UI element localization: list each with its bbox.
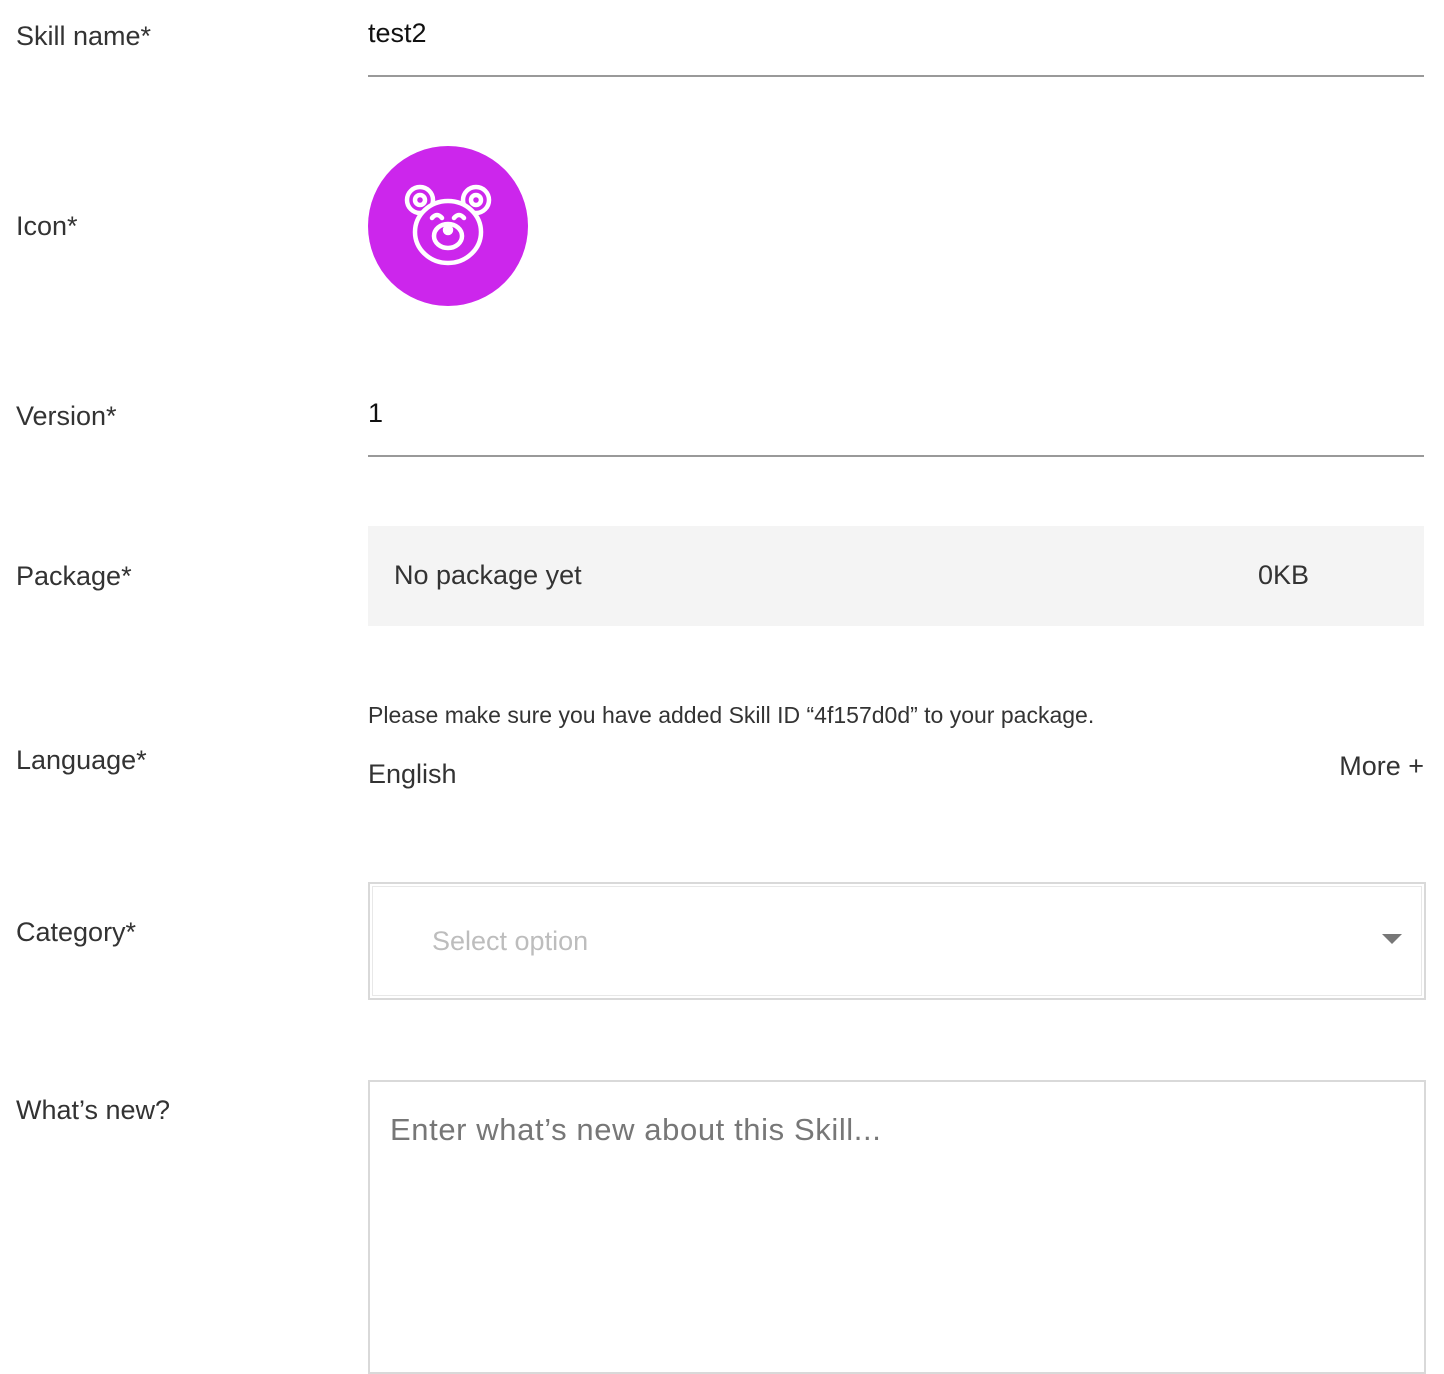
- category-select[interactable]: Select option: [368, 882, 1426, 1000]
- skill-name-input[interactable]: test2: [368, 20, 427, 47]
- skill-id-note: Please make sure you have added Skill ID…: [368, 702, 1095, 728]
- category-label: Category*: [16, 917, 137, 947]
- version-input[interactable]: 1: [368, 400, 383, 427]
- package-status: No package yet: [394, 560, 582, 590]
- category-placeholder: Select option: [432, 926, 589, 956]
- language-label: Language*: [16, 745, 147, 775]
- package-label: Package*: [16, 561, 132, 591]
- language-value: English: [368, 759, 457, 789]
- whats-new-label: What’s new?: [16, 1095, 171, 1125]
- skill-icon-button[interactable]: [368, 146, 528, 306]
- whats-new-placeholder: Enter what’s new about this Skill...: [390, 1112, 882, 1147]
- version-label: Version*: [16, 401, 117, 431]
- bear-face-icon: [404, 184, 492, 266]
- icon-label: Icon*: [16, 211, 78, 241]
- skill-name-label: Skill name*: [16, 21, 152, 51]
- more-languages-link[interactable]: More +: [1339, 753, 1424, 780]
- whats-new-textarea[interactable]: Enter what’s new about this Skill...: [368, 1080, 1426, 1374]
- chevron-down-icon: [1382, 934, 1402, 944]
- package-dropzone[interactable]: No package yet 0KB: [368, 526, 1424, 626]
- skill-name-underline: [368, 75, 1424, 77]
- version-underline: [368, 455, 1424, 457]
- package-size: 0KB: [1258, 560, 1310, 590]
